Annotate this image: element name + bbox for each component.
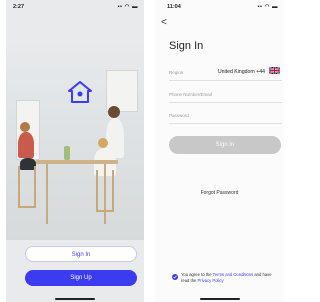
divider — [169, 102, 282, 103]
family-kitchen-photo — [6, 40, 144, 240]
phone-email-input[interactable]: Phone Number/Email — [169, 92, 212, 97]
adult-head — [108, 106, 120, 118]
child-left — [18, 132, 34, 158]
table-leg — [46, 164, 48, 224]
status-icons: ▪▪ ◠ ▬ — [257, 4, 278, 10]
chair — [18, 166, 36, 208]
child-right-head — [98, 138, 108, 148]
page-title: Sign In — [169, 40, 204, 52]
status-icons: ▪▪ ◠ ▬ — [117, 4, 138, 10]
password-input[interactable]: Password — [169, 113, 189, 118]
divider — [169, 80, 282, 81]
check-icon — [173, 275, 177, 279]
home-indicator — [199, 298, 240, 300]
terms-link[interactable]: Terms and Conditions — [213, 272, 254, 277]
status-time: 2:27 — [13, 4, 25, 10]
forgot-password-link[interactable]: Forgot Password — [155, 190, 284, 196]
home-indicator — [55, 298, 95, 300]
child-left-head — [20, 122, 30, 132]
status-time: 11:04 — [167, 4, 181, 10]
back-icon[interactable]: < — [161, 18, 167, 28]
divider — [169, 123, 282, 124]
sign-in-button[interactable]: Sign In — [169, 136, 281, 154]
status-bar: 2:27 ▪▪ ◠ ▬ — [6, 0, 144, 14]
agreement-text: You agree to the Terms and Conditions an… — [181, 272, 279, 283]
region-label: Region — [169, 70, 184, 75]
plant — [64, 146, 70, 160]
region-value[interactable]: United Kingdom +44 — [218, 69, 265, 75]
privacy-policy-link[interactable]: Privacy Policy — [198, 278, 224, 283]
agreement-checkbox[interactable] — [172, 274, 178, 280]
sign-in-screen: 11:04 ▪▪ ◠ ▬ < Sign In Region United Kin… — [155, 0, 284, 302]
table-leg — [104, 164, 106, 224]
status-bar: 11:04 ▪▪ ◠ ▬ — [155, 0, 284, 14]
home-logo-icon — [68, 81, 92, 103]
agreement-prefix: You agree to the — [181, 272, 213, 277]
sign-up-button[interactable]: Sign Up — [25, 270, 137, 286]
welcome-screen: 2:27 ▪▪ ◠ ▬ Sign In Sign Up — [6, 0, 144, 302]
uk-flag-icon — [269, 67, 280, 74]
sign-in-button[interactable]: Sign In — [25, 246, 137, 262]
